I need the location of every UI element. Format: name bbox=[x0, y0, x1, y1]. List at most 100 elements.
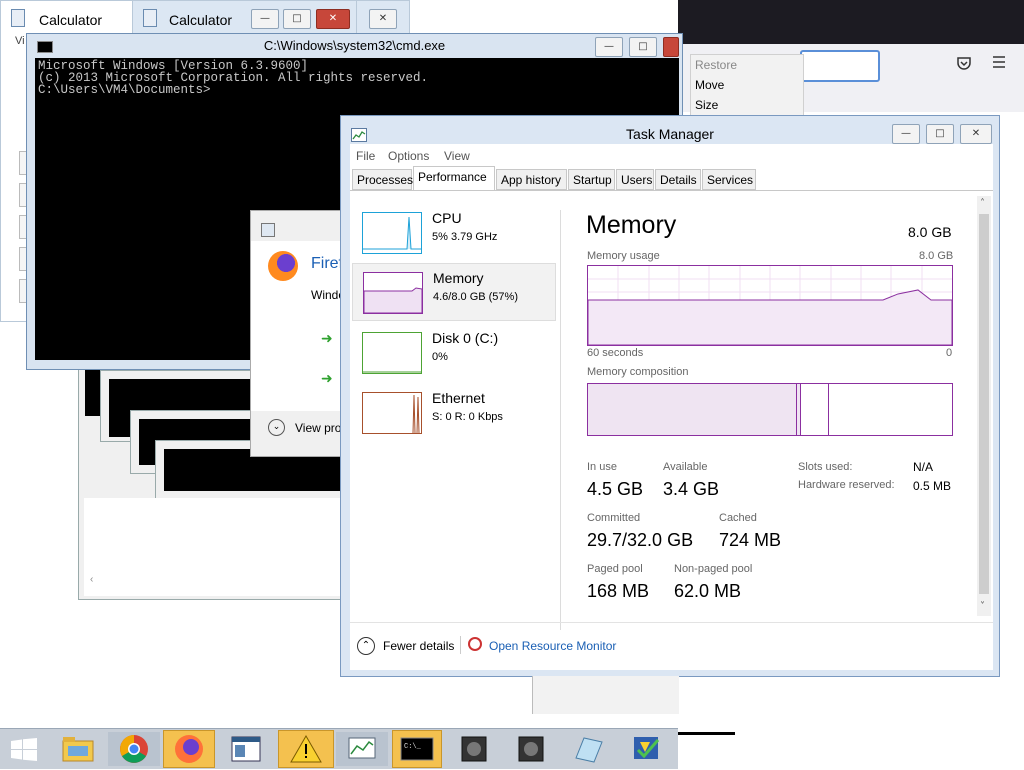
resource-disk[interactable]: Disk 0 (C:) 0% bbox=[352, 324, 556, 382]
scroll-area: ‹ bbox=[84, 498, 342, 596]
svg-text:C:\_: C:\_ bbox=[404, 743, 422, 751]
resource-name: Memory bbox=[433, 270, 484, 286]
paged-pool-value: 168 MB bbox=[587, 581, 650, 601]
taskbar-separator-line bbox=[678, 732, 735, 735]
pocket-icon[interactable] bbox=[956, 55, 972, 75]
vertical-scrollbar[interactable]: ˄ ˅ bbox=[977, 196, 991, 616]
resource-memory[interactable]: Memory 4.6/8.0 GB (57%) bbox=[352, 263, 556, 321]
scroll-left-arrow[interactable]: ‹ bbox=[90, 574, 93, 585]
cmd-titlebar[interactable]: C:\Windows\system32\cmd.exe — □ bbox=[27, 34, 682, 58]
close-icon[interactable]: ✕ bbox=[369, 9, 397, 29]
file-explorer-icon[interactable] bbox=[52, 732, 104, 766]
maximize-button[interactable]: □ bbox=[629, 37, 657, 57]
firefox-icon[interactable] bbox=[163, 730, 215, 768]
start-button[interactable] bbox=[10, 738, 38, 765]
warning-icon[interactable] bbox=[278, 730, 334, 768]
memory-usage-svg bbox=[587, 266, 953, 346]
tab-divider bbox=[350, 190, 993, 191]
background-window-titlebar: ✕ bbox=[356, 0, 410, 36]
resource-ethernet[interactable]: Ethernet S: 0 R: 0 Kbps bbox=[352, 384, 556, 442]
context-menu-move[interactable]: Move bbox=[691, 75, 803, 95]
tab-services[interactable]: Services bbox=[702, 169, 756, 190]
firefox-url-bar[interactable] bbox=[800, 50, 880, 82]
scroll-down-arrow[interactable]: ˅ bbox=[980, 601, 985, 612]
window-context-menu: Restore Move Size bbox=[690, 54, 804, 116]
app-icon-3[interactable] bbox=[620, 732, 672, 766]
tab-processes[interactable]: Processes bbox=[352, 169, 413, 190]
resource-name: Disk 0 (C:) bbox=[432, 330, 499, 346]
non-paged-pool-value: 62.0 MB bbox=[674, 581, 742, 601]
resource-detail: S: 0 R: 0 Kbps bbox=[432, 411, 503, 423]
menu-file[interactable]: File bbox=[356, 149, 375, 163]
maximize-button[interactable]: □ bbox=[283, 9, 311, 29]
calculator-view-menu[interactable]: Vi bbox=[15, 35, 25, 47]
paged-pool-label: Paged pool bbox=[587, 563, 643, 575]
cmd-icon[interactable]: C:\_ bbox=[392, 730, 442, 768]
chrome-icon[interactable] bbox=[108, 732, 160, 766]
fewer-details-button[interactable]: Fewer details bbox=[383, 639, 454, 653]
tab-performance[interactable]: Performance bbox=[413, 166, 495, 191]
tab-app-history[interactable]: App history bbox=[496, 169, 567, 190]
app-icon-2[interactable] bbox=[505, 732, 557, 766]
menu-options[interactable]: Options bbox=[388, 149, 429, 163]
resource-detail: 0% bbox=[432, 351, 448, 363]
resource-detail: 5% 3.79 GHz bbox=[432, 231, 498, 243]
tab-startup[interactable]: Startup bbox=[568, 169, 615, 190]
cached-label: Cached bbox=[719, 512, 757, 524]
task-manager-icon[interactable] bbox=[336, 732, 388, 766]
menu-view[interactable]: View bbox=[444, 149, 470, 163]
cmd-title: C:\Windows\system32\cmd.exe bbox=[263, 38, 446, 53]
close-button[interactable]: ✕ bbox=[960, 124, 992, 144]
hardware-reserved-value: 0.5 MB bbox=[913, 479, 952, 493]
committed-value: 29.7/32.0 GB bbox=[587, 530, 694, 550]
close-button[interactable] bbox=[663, 37, 679, 57]
pane-divider bbox=[560, 210, 561, 630]
background-window-fragment bbox=[532, 676, 679, 714]
arrow-right-icon[interactable]: ➜ bbox=[321, 371, 333, 387]
firefox-dialog: Firef Windo ➜ ➜ ⌄ View pro bbox=[250, 210, 347, 457]
context-menu-size[interactable]: Size bbox=[691, 95, 803, 115]
resource-name: Ethernet bbox=[432, 390, 485, 406]
close-button[interactable]: ✕ bbox=[316, 9, 350, 29]
firefox-logo-icon bbox=[268, 251, 298, 281]
available-value: 3.4 GB bbox=[663, 479, 720, 499]
cpu-thumbnail bbox=[362, 212, 422, 254]
view-details-link[interactable]: View pro bbox=[295, 421, 341, 435]
scrollbar-thumb[interactable] bbox=[979, 214, 989, 594]
footer-separator bbox=[460, 636, 461, 654]
slots-used-value: N/A bbox=[913, 460, 934, 474]
app-icon-1[interactable] bbox=[448, 732, 500, 766]
tab-details[interactable]: Details bbox=[655, 169, 701, 190]
hamburger-menu-icon[interactable] bbox=[992, 55, 1006, 73]
committed-label: Committed bbox=[587, 512, 641, 524]
resource-detail: 4.6/8.0 GB (57%) bbox=[433, 291, 518, 303]
resource-cpu[interactable]: CPU 5% 3.79 GHz bbox=[352, 204, 556, 262]
scroll-up-arrow[interactable]: ˄ bbox=[980, 198, 985, 209]
notepad-icon[interactable] bbox=[562, 732, 614, 766]
minimize-button[interactable]: — bbox=[892, 124, 920, 144]
available-label: Available bbox=[663, 461, 708, 473]
app-window-icon[interactable] bbox=[220, 732, 272, 766]
memory-composition-label: Memory composition bbox=[587, 366, 689, 378]
maximize-button[interactable]: □ bbox=[926, 124, 954, 144]
in-use-value: 4.5 GB bbox=[587, 479, 644, 499]
open-resource-monitor-link[interactable]: Open Resource Monitor bbox=[489, 639, 616, 653]
footer-divider bbox=[350, 622, 993, 623]
calculator-window-2: Calculator — □ ✕ bbox=[132, 0, 360, 36]
minimize-button[interactable]: — bbox=[595, 37, 623, 57]
disk-thumbnail bbox=[362, 332, 422, 374]
resource-monitor-icon[interactable] bbox=[468, 637, 482, 651]
tab-users[interactable]: Users bbox=[616, 169, 654, 190]
chevron-down-icon[interactable]: ⌄ bbox=[268, 419, 285, 436]
ethernet-thumbnail bbox=[362, 392, 422, 434]
arrow-right-icon[interactable]: ➜ bbox=[321, 331, 333, 347]
composition-in-use bbox=[588, 384, 797, 435]
in-use-label: In use bbox=[587, 461, 617, 473]
chevron-up-icon[interactable]: ⌃ bbox=[357, 637, 375, 655]
minimize-button[interactable]: — bbox=[251, 9, 279, 29]
taskbar: C:\_ bbox=[0, 728, 678, 769]
time-axis-right: 0 bbox=[946, 347, 953, 359]
memory-usage-label: Memory usage bbox=[587, 250, 660, 262]
memory-usage-graph bbox=[587, 265, 953, 346]
context-menu-restore[interactable]: Restore bbox=[691, 55, 803, 75]
